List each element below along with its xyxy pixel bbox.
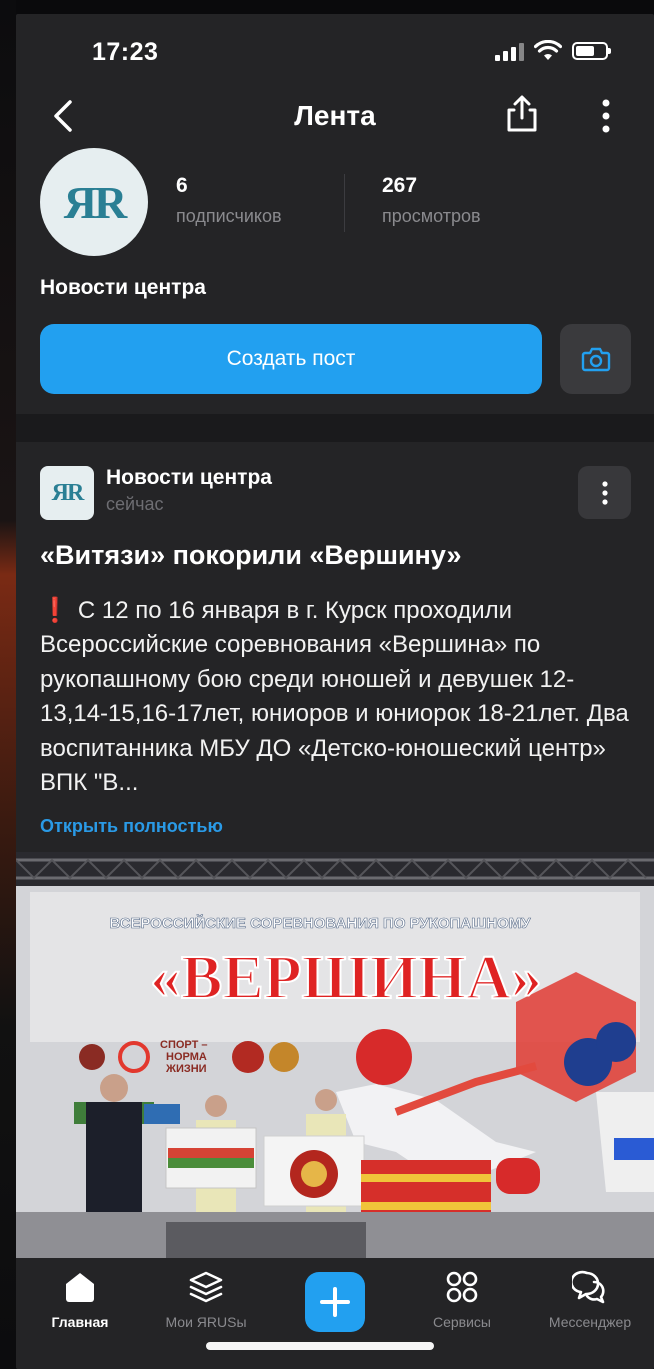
- layers-icon: [189, 1271, 223, 1303]
- signal-icon: [495, 41, 524, 61]
- bottom-tab-bar: Главная Мои ЯRUSы Сервисы Мессенджер: [16, 1258, 654, 1369]
- channel-avatar[interactable]: ЯR: [40, 148, 148, 256]
- top-nav: Лента: [16, 94, 654, 154]
- channel-logo: ЯR: [63, 176, 127, 228]
- add-button[interactable]: [305, 1272, 365, 1332]
- plus-icon: [320, 1287, 350, 1317]
- open-full-link[interactable]: Открыть полностью: [40, 816, 223, 837]
- tab-services-label: Сервисы: [432, 1314, 491, 1330]
- section-separator: [16, 414, 654, 442]
- exclamation-icon: ❗: [40, 597, 70, 624]
- tab-home-label: Главная: [51, 1314, 109, 1330]
- post-author-logo: ЯR: [51, 479, 85, 506]
- photo-sponsor-line-2: НОРМА: [166, 1051, 207, 1063]
- status-icons: [495, 40, 611, 62]
- views-label: просмотров: [382, 206, 481, 226]
- post-author-avatar[interactable]: ЯR: [40, 466, 94, 520]
- screen-edge-top: [0, 0, 654, 14]
- post-photo[interactable]: ВСЕРОССИЙСКИЕ СОРЕВНОВАНИЯ ПО РУКОПАШНОМ…: [16, 852, 654, 1258]
- more-vertical-icon: [601, 480, 608, 505]
- subscribers-stat[interactable]: 6 подписчиков: [176, 174, 282, 227]
- views-stat: 267 просмотров: [382, 174, 481, 227]
- post-photo-illustration: ВСЕРОССИЙСКИЕ СОРЕВНОВАНИЯ ПО РУКОПАШНОМ…: [16, 852, 654, 1258]
- post-body: ❗ С 12 по 16 января в г. Курск проходили …: [40, 594, 640, 800]
- wifi-icon: [534, 40, 562, 60]
- post-timestamp: сейчас: [106, 494, 164, 514]
- photo-sponsor-line-3: ЖИЗНИ: [165, 1063, 207, 1075]
- photo-banner-main-text: «ВЕРШИНА»: [150, 944, 542, 1012]
- battery-icon: [572, 42, 611, 60]
- camera-icon: [581, 347, 610, 372]
- home-icon: [66, 1273, 94, 1302]
- channel-name: Новости центра: [40, 276, 206, 299]
- tab-home[interactable]: Главная: [20, 1266, 140, 1330]
- photo-banner-top-text: ВСЕРОССИЙСКИЕ СОРЕВНОВАНИЯ ПО РУКОПАШНОМ…: [109, 914, 531, 932]
- tab-my-yarus-label: Мои ЯRUSы: [165, 1314, 247, 1330]
- share-icon[interactable]: [500, 92, 544, 136]
- chat-icon: [572, 1270, 605, 1304]
- subscribers-label: подписчиков: [176, 206, 282, 226]
- status-bar: 17:23: [16, 14, 654, 86]
- more-vertical-icon[interactable]: [584, 94, 628, 138]
- tab-messenger[interactable]: Мессенджер: [530, 1266, 650, 1330]
- post-author-name[interactable]: Новости центра: [106, 466, 272, 490]
- post-body-text: С 12 по 16 января в г. Курск проходили В…: [40, 597, 629, 797]
- phone-screen: 17:23 Лента ЯR 6 подписчиков 267 просмот…: [16, 14, 654, 1369]
- status-time: 17:23: [92, 38, 159, 66]
- photo-sponsor-line-1: СПОРТ –: [160, 1039, 208, 1051]
- screen-edge-left: [0, 0, 16, 1369]
- subscribers-count: 6: [176, 174, 188, 197]
- grid-icon: [446, 1271, 478, 1303]
- post-options-button[interactable]: [578, 466, 631, 519]
- tab-my-yarus[interactable]: Мои ЯRUSы: [146, 1266, 266, 1330]
- tab-services[interactable]: Сервисы: [402, 1266, 522, 1330]
- page-title: Лента: [294, 100, 376, 131]
- stat-divider: [344, 174, 345, 232]
- home-indicator[interactable]: [206, 1342, 434, 1350]
- post-title: «Витязи» покорили «Вершину»: [40, 540, 462, 570]
- tab-messenger-label: Мессенджер: [548, 1314, 632, 1330]
- camera-button[interactable]: [560, 324, 631, 394]
- views-count: 267: [382, 174, 418, 197]
- create-post-button[interactable]: Создать пост: [40, 324, 542, 394]
